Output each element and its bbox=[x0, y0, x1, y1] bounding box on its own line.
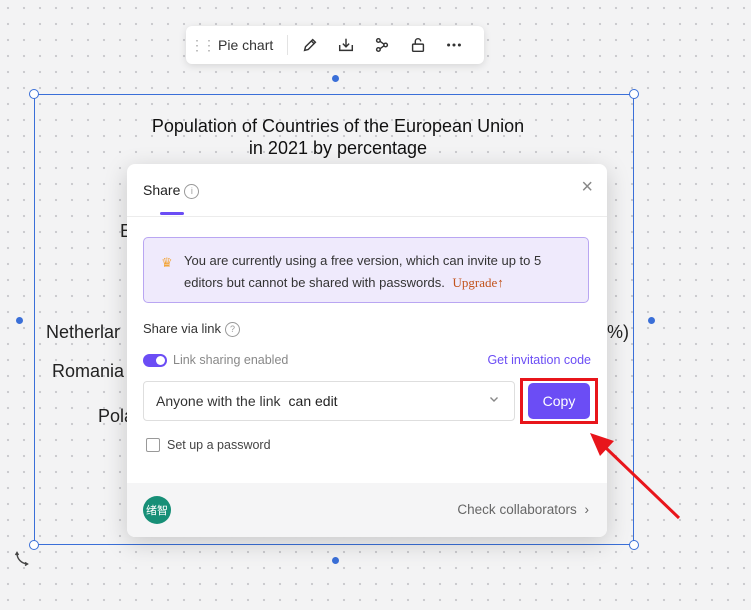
chart-title-line2: in 2021 by percentage bbox=[248, 138, 428, 158]
password-row: Set up a password bbox=[146, 438, 271, 452]
resize-handle-right[interactable] bbox=[648, 317, 655, 324]
chevron-right-icon: › bbox=[584, 502, 590, 517]
share-dialog: Share i × ♛ You are currently using a fre… bbox=[127, 164, 607, 537]
upgrade-arrow-icon: ↑ bbox=[497, 275, 504, 290]
chart-title: Population of Countries of the European … bbox=[34, 115, 642, 159]
resize-handle-left[interactable] bbox=[16, 317, 23, 324]
share-via-link-heading: Share via link? bbox=[143, 321, 241, 337]
check-collaborators-link[interactable]: Check collaborators › bbox=[457, 502, 589, 517]
resize-handle-top-left[interactable] bbox=[29, 89, 39, 99]
chevron-down-icon bbox=[488, 393, 500, 408]
more-icon[interactable] bbox=[436, 30, 472, 60]
unlock-icon[interactable] bbox=[400, 30, 436, 60]
share-tab[interactable]: Share i bbox=[143, 182, 200, 199]
highlight-box bbox=[520, 378, 598, 424]
rotate-icon[interactable] bbox=[14, 550, 32, 573]
avatar[interactable]: 绪智 bbox=[143, 496, 171, 524]
resize-handle-bottom[interactable] bbox=[332, 557, 339, 564]
resize-handle-bottom-right[interactable] bbox=[629, 540, 639, 550]
free-version-notice: ♛ You are currently using a free version… bbox=[143, 237, 589, 303]
link-scope-text: Anyone with the link bbox=[156, 393, 281, 409]
chart-slice-label-romania: Romania bbox=[52, 361, 125, 381]
rotate-handle-top[interactable] bbox=[332, 75, 339, 82]
share-tab-label: Share bbox=[143, 182, 181, 198]
pencil-icon[interactable] bbox=[292, 30, 328, 60]
chart-title-line1: Population of Countries of the European … bbox=[151, 116, 525, 136]
upgrade-label: Upgrade bbox=[452, 275, 498, 290]
share-via-link-label: Share via link bbox=[143, 321, 222, 336]
toolbar-divider bbox=[287, 35, 289, 55]
chart-toolbar: ⋮⋮ Pie chart bbox=[186, 26, 484, 64]
resize-handle-top-right[interactable] bbox=[629, 89, 639, 99]
info-icon[interactable]: i bbox=[184, 183, 200, 199]
chart-slice-label-netherlands: Netherlar bbox=[46, 322, 121, 342]
upgrade-link[interactable]: Upgrade↑ bbox=[453, 275, 504, 290]
link-permission-select[interactable]: Anyone with the link can edit bbox=[143, 381, 515, 421]
crown-icon: ♛ bbox=[161, 255, 173, 270]
link-sharing-label: Link sharing enabled bbox=[173, 353, 289, 367]
chart-slice-label-right: %) bbox=[607, 322, 629, 342]
link-sharing-row: Link sharing enabled Get invitation code bbox=[143, 353, 591, 371]
resize-handle-bottom-left[interactable] bbox=[29, 540, 39, 550]
link-sharing-toggle[interactable] bbox=[143, 354, 167, 367]
share-dialog-footer: 绪智 Check collaborators › bbox=[127, 483, 607, 537]
close-icon[interactable]: × bbox=[581, 176, 593, 199]
check-collaborators-label: Check collaborators bbox=[457, 502, 577, 517]
chart-type-label[interactable]: Pie chart bbox=[214, 37, 283, 53]
password-checkbox[interactable] bbox=[146, 438, 160, 452]
drag-handle-icon[interactable]: ⋮⋮ bbox=[190, 37, 216, 54]
help-icon[interactable]: ? bbox=[225, 321, 241, 337]
active-tab-indicator bbox=[160, 212, 184, 215]
share-dialog-header: Share i × bbox=[127, 164, 607, 217]
permission-text: can edit bbox=[288, 393, 338, 409]
password-label[interactable]: Set up a password bbox=[167, 438, 271, 452]
share-nodes-icon[interactable] bbox=[364, 30, 400, 60]
get-invitation-code-link[interactable]: Get invitation code bbox=[487, 353, 591, 367]
download-icon[interactable] bbox=[328, 30, 364, 60]
